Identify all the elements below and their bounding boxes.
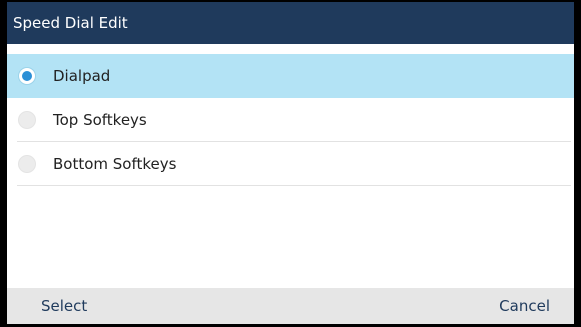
option-dialpad[interactable]: Dialpad bbox=[7, 54, 574, 98]
softkey-bar: Select Cancel bbox=[7, 288, 574, 324]
cancel-softkey[interactable]: Cancel bbox=[499, 288, 550, 324]
option-label: Dialpad bbox=[53, 67, 111, 85]
option-top-softkeys[interactable]: Top Softkeys bbox=[7, 98, 574, 142]
radio-selected-icon[interactable] bbox=[18, 67, 36, 85]
phone-screen: Speed Dial Edit Dialpad Top Softkeys Bot… bbox=[7, 2, 574, 324]
select-softkey[interactable]: Select bbox=[41, 288, 87, 324]
option-bottom-softkeys[interactable]: Bottom Softkeys bbox=[7, 142, 574, 186]
option-label: Bottom Softkeys bbox=[53, 155, 177, 173]
option-list: Dialpad Top Softkeys Bottom Softkeys bbox=[7, 54, 574, 186]
radio-unselected-icon[interactable] bbox=[18, 111, 36, 129]
page-title: Speed Dial Edit bbox=[7, 2, 574, 44]
radio-unselected-icon[interactable] bbox=[18, 155, 36, 173]
radio-dot bbox=[22, 71, 32, 81]
option-label: Top Softkeys bbox=[53, 111, 147, 129]
